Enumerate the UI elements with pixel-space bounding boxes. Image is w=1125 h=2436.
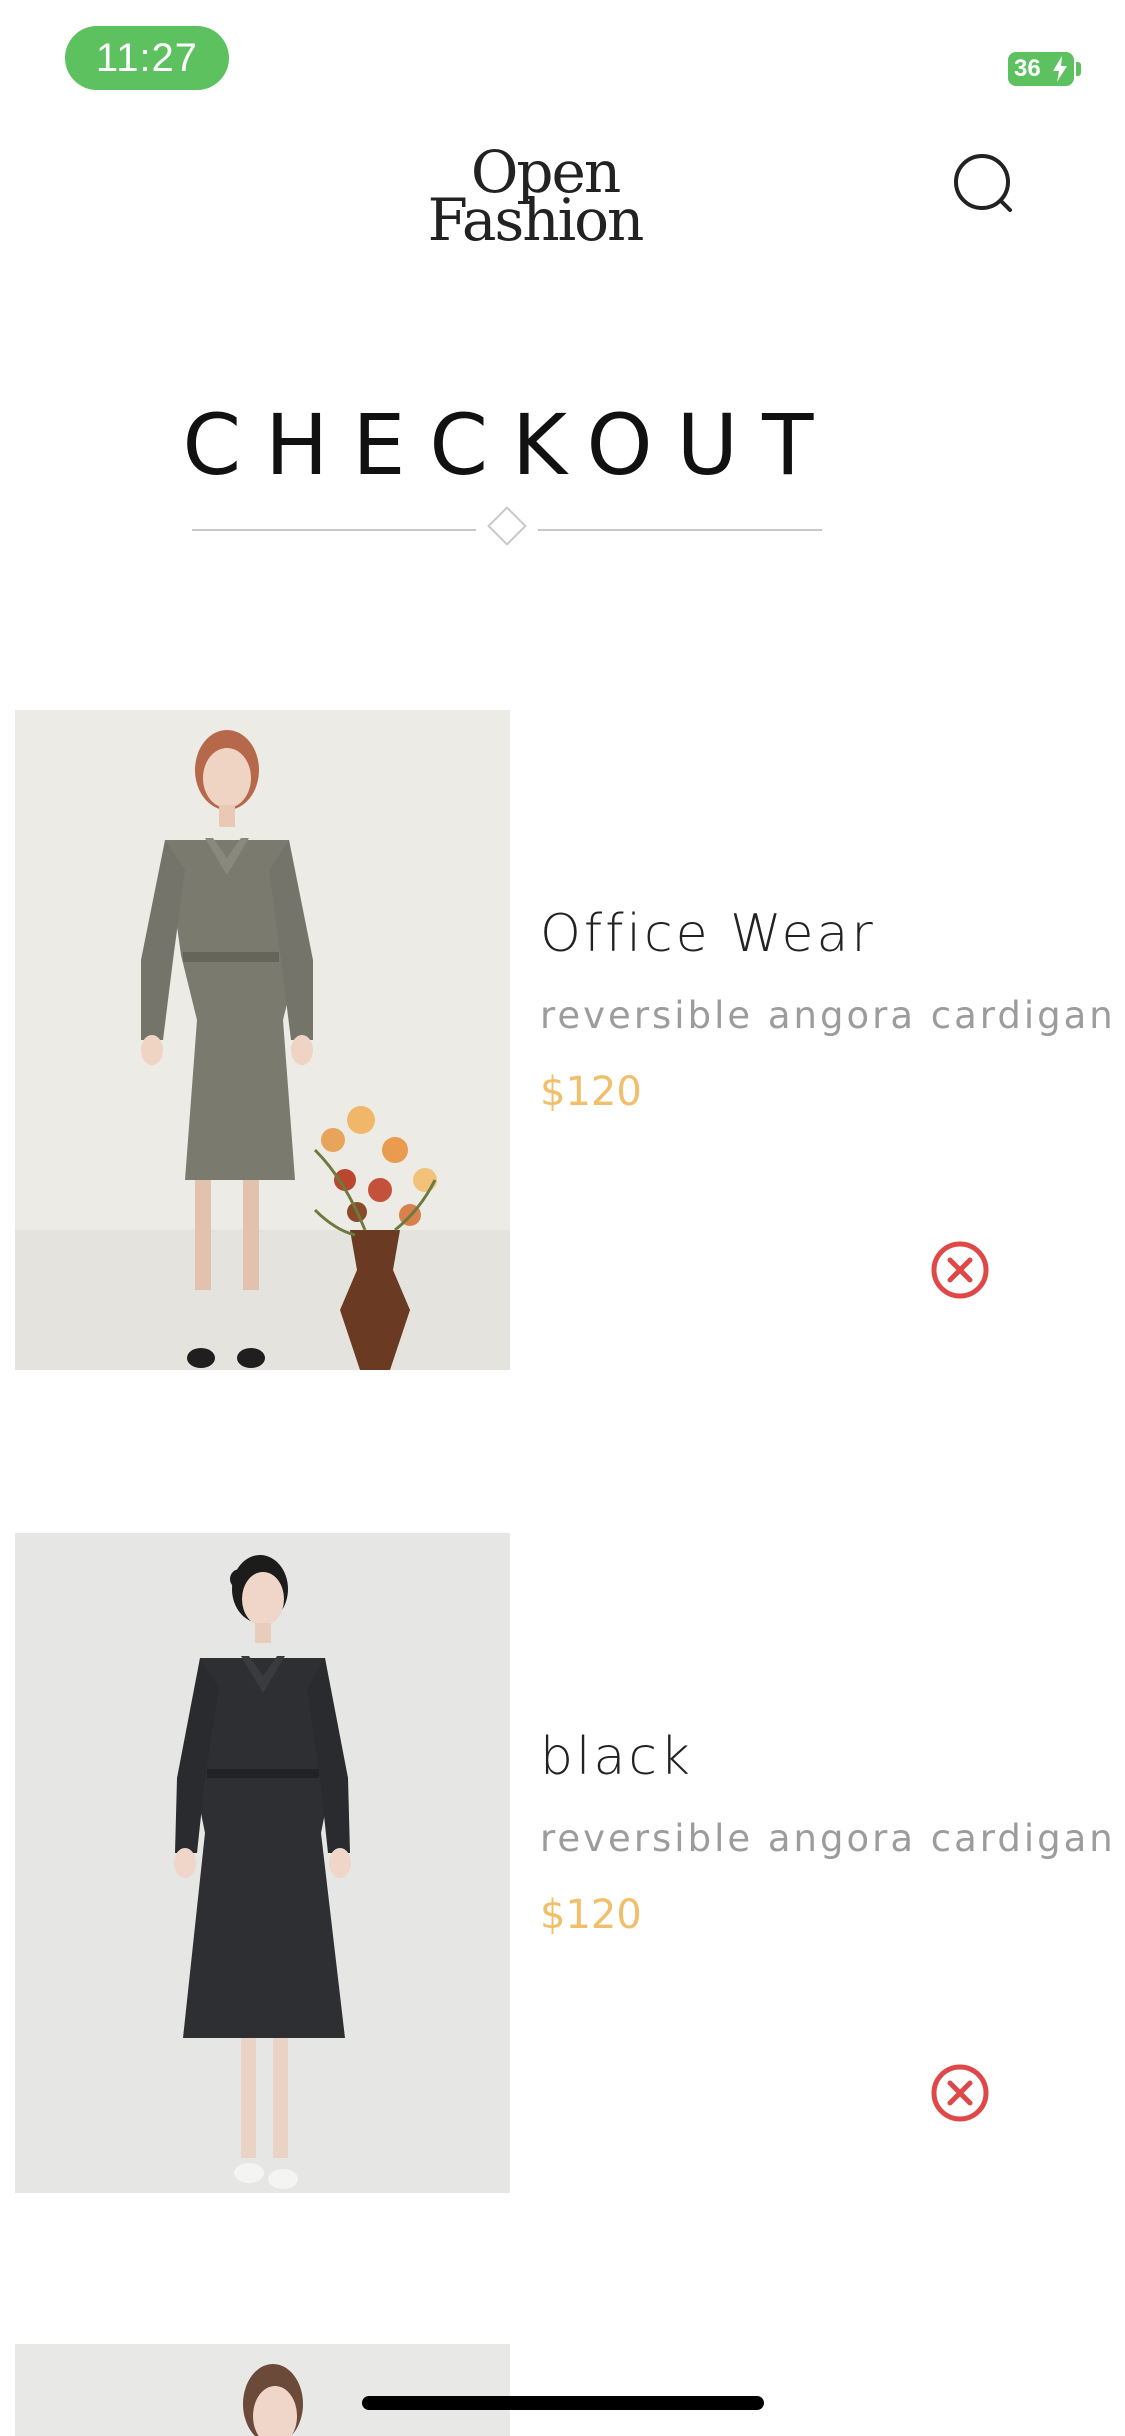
- home-indicator[interactable]: [362, 2396, 764, 2410]
- title-divider: [192, 506, 822, 546]
- remove-item-button[interactable]: [925, 1235, 995, 1305]
- product-photo-black: [15, 1533, 510, 2193]
- product-image[interactable]: [15, 710, 510, 1370]
- cart-item: black reversible angora cardigan $120: [0, 1533, 1125, 2193]
- page-title: CHECKOUT: [182, 396, 838, 494]
- product-description: reversible angora cardigan: [540, 994, 1116, 1037]
- product-name: Office Wear: [540, 904, 876, 964]
- charging-bolt-icon: [1053, 56, 1067, 82]
- search-icon: [954, 154, 1012, 212]
- product-photo-office-wear: [15, 710, 510, 1370]
- cart-item: [0, 2344, 1125, 2436]
- remove-item-button[interactable]: [925, 2058, 995, 2128]
- cart-item: Office Wear reversible angora cardigan $…: [0, 710, 1125, 1370]
- logo-line-fashion: Fashion: [427, 186, 645, 254]
- product-name: black: [540, 1727, 694, 1787]
- remove-circle-icon: [931, 2064, 989, 2122]
- product-image[interactable]: [15, 1533, 510, 2193]
- battery-level: 36: [1014, 55, 1041, 82]
- product-price: $120: [540, 1069, 642, 1115]
- status-time: 11:27: [65, 26, 229, 90]
- product-photo-partial: [15, 2344, 510, 2436]
- product-image[interactable]: [15, 2344, 510, 2436]
- product-price: $120: [540, 1892, 642, 1938]
- search-button[interactable]: [948, 148, 1028, 228]
- brand-logo[interactable]: Open Fashion: [405, 140, 665, 260]
- product-description: reversible angora cardigan: [540, 1817, 1116, 1860]
- battery-cap: [1076, 62, 1081, 76]
- remove-circle-icon: [931, 1241, 989, 1299]
- checkout-screen: 11:27 36 Open Fashion CHECKOUT Office We…: [0, 0, 1125, 2436]
